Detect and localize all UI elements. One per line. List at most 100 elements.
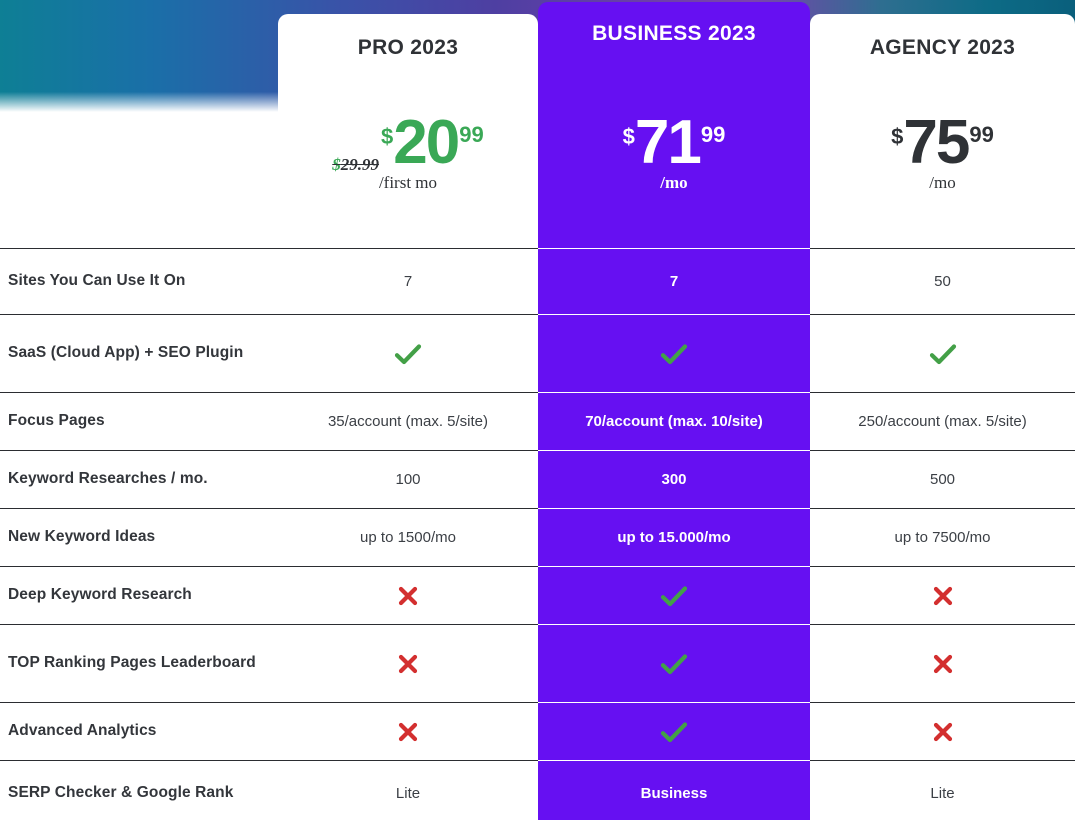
feature-label-text: SERP Checker & Google Rank [8,784,234,802]
check-icon [660,652,688,676]
cell-pro: 100 [278,451,538,508]
business-period: /mo [660,173,688,193]
check-icon [660,342,688,366]
table-row: SERP Checker & Google Rank Lite Business Li… [0,760,1075,820]
feature-label-text: Deep Keyword Research [8,586,192,604]
cell-agency: up to 7500/mo [810,509,1075,566]
plan-header-agency[interactable]: AGENCY 2023 [810,0,1075,110]
cell-value: 35/account (max. 5/site) [327,413,489,430]
price-cell-agency: $ 75 99 /mo [810,110,1075,248]
table-row: New Keyword Ideas up to 1500/mo up to 15.0… [0,508,1075,566]
cell-value: 50 [934,273,951,290]
feature-label-text: Advanced Analytics [8,722,157,740]
feature-label-text: Keyword Researches / mo. [8,470,208,488]
cell-agency [810,567,1075,624]
feature-label: Focus Pages [0,393,278,450]
cell-pro [278,625,538,702]
business-cents: 99 [700,122,726,147]
feature-label-text: TOP Ranking Pages Leaderboard [8,654,256,672]
cell-pro [278,703,538,760]
feature-label: Advanced Analytics [0,703,278,760]
agency-period: /mo [929,173,956,193]
price-cell-business: $ 71 99 /mo [538,110,810,248]
cell-agency [810,315,1075,392]
cell-value: Lite [930,785,955,802]
business-currency: $ [622,124,635,149]
price-cell-pro: $29.99 $ 20 99 /first mo [278,110,538,248]
table-row: Deep Keyword Research [0,566,1075,624]
table-row: SaaS (Cloud App) + SEO Plugin [0,314,1075,392]
cell-business: 7 [538,249,810,314]
plan-header-pro[interactable]: PRO 2023 [278,0,538,110]
feature-column-header [0,0,278,110]
cell-business: up to 15.000/mo [538,509,810,566]
cell-agency: Lite [810,761,1075,820]
table-row: Keyword Researches / mo. 100 300 500 [0,450,1075,508]
feature-label: SERP Checker & Google Rank [0,761,278,820]
feature-rows-container: Sites You Can Use It On 7 7 50 SaaS (Cloud A… [0,248,1075,820]
feature-label: New Keyword Ideas [0,509,278,566]
plan-title-pro: PRO 2023 [357,36,459,59]
cell-value: Business [640,785,708,802]
cell-pro [278,315,538,392]
cell-agency [810,625,1075,702]
cell-agency [810,703,1075,760]
cell-value: 7 [403,273,413,290]
cross-icon [397,653,419,675]
pro-cents: 99 [459,122,484,147]
cell-agency: 500 [810,451,1075,508]
cross-icon [397,585,419,607]
feature-label-text: Sites You Can Use It On [8,272,186,290]
cell-value: up to 1500/mo [360,529,456,546]
cell-pro [278,567,538,624]
feature-label: TOP Ranking Pages Leaderboard [0,625,278,702]
plan-header-row: PRO 2023 BUSINESS 2023 AGENCY 2023 [0,0,1075,110]
feature-label: SaaS (Cloud App) + SEO Plugin [0,315,278,392]
table-row: Sites You Can Use It On 7 7 50 [0,248,1075,314]
cell-agency: 50 [810,249,1075,314]
cell-business [538,315,810,392]
cell-value: up to 7500/mo [894,529,991,546]
pro-currency: $ [381,124,394,149]
cell-value: Lite [395,785,421,802]
feature-label-text: Focus Pages [8,412,105,430]
cross-icon [932,585,954,607]
feature-label: Keyword Researches / mo. [0,451,278,508]
cell-business: 300 [538,451,810,508]
check-icon [660,584,688,608]
cross-icon [932,653,954,675]
cell-business [538,625,810,702]
cell-agency: 250/account (max. 5/site) [810,393,1075,450]
cell-value: 100 [395,471,421,488]
cross-icon [932,721,954,743]
check-icon [660,720,688,744]
cell-value: up to 15.000/mo [617,529,731,546]
feature-label-text: New Keyword Ideas [8,528,156,546]
cell-business [538,567,810,624]
agency-amount: 75 [903,108,970,177]
check-icon [929,342,957,366]
cell-value: 250/account (max. 5/site) [858,413,1027,430]
cell-value: 300 [661,471,687,488]
table-row: TOP Ranking Pages Leaderboard [0,624,1075,702]
business-amount: 71 [634,108,702,177]
cell-pro: 35/account (max. 5/site) [278,393,538,450]
cell-value: 500 [929,471,956,488]
agency-cents: 99 [969,122,994,147]
cell-business [538,703,810,760]
price-row-label [0,110,278,248]
cell-pro: 7 [278,249,538,314]
cell-business: 70/account (max. 10/site) [538,393,810,450]
table-row: Focus Pages 35/account (max. 5/site) 70/ac… [0,392,1075,450]
feature-label: Deep Keyword Research [0,567,278,624]
cross-icon [397,721,419,743]
table-row: Advanced Analytics [0,702,1075,760]
cell-value: 7 [669,273,679,290]
cell-pro: up to 1500/mo [278,509,538,566]
plan-header-business[interactable]: BUSINESS 2023 [538,0,810,110]
cell-pro: Lite [278,761,538,820]
pro-period: /first mo [378,173,438,193]
pro-amount: 20 [393,108,460,177]
pricing-table: PRO 2023 BUSINESS 2023 AGENCY 2023 $29.9… [0,0,1075,820]
agency-currency: $ [891,124,904,149]
